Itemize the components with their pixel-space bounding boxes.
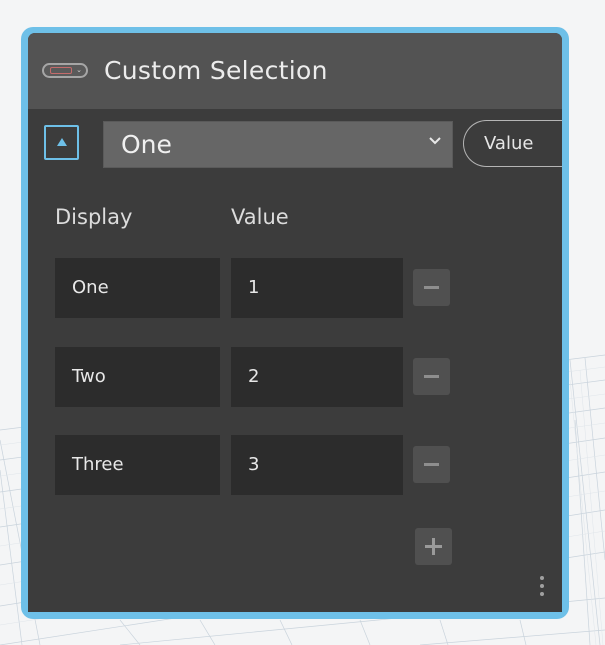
value-field[interactable]: 2 — [231, 347, 403, 407]
display-column-header: Display — [55, 205, 133, 229]
list-item: Three 3 — [55, 435, 535, 495]
display-field[interactable]: Two — [55, 347, 220, 407]
output-port-label: Value — [484, 133, 534, 154]
collapse-toggle-button[interactable] — [44, 125, 79, 160]
custom-selection-node[interactable]: ⌄ Custom Selection One Value Display Val… — [21, 27, 569, 619]
display-field[interactable]: Three — [55, 435, 220, 495]
value-field-text: 1 — [248, 277, 260, 298]
output-port-value[interactable]: Value — [463, 120, 562, 167]
triangle-up-icon — [57, 138, 67, 146]
chevron-down-icon — [429, 137, 441, 145]
remove-item-button[interactable] — [413, 446, 450, 483]
minus-icon — [424, 286, 439, 289]
minus-icon — [424, 375, 439, 378]
remove-item-button[interactable] — [413, 358, 450, 395]
list-item: Two 2 — [55, 347, 535, 407]
value-column-header: Value — [231, 205, 289, 229]
display-field-text: Two — [72, 366, 106, 387]
value-field-text: 2 — [248, 366, 260, 387]
selection-dropdown[interactable]: One — [103, 121, 453, 168]
node-title: Custom Selection — [104, 56, 328, 85]
display-field-text: Three — [72, 454, 124, 475]
node-header[interactable]: ⌄ Custom Selection — [28, 33, 562, 109]
remove-item-button[interactable] — [413, 269, 450, 306]
value-field-text: 3 — [248, 454, 260, 475]
value-field[interactable]: 3 — [231, 435, 403, 495]
display-field[interactable]: One — [55, 258, 220, 318]
node-body: ⌄ Custom Selection One Value Display Val… — [28, 33, 562, 612]
add-item-button[interactable] — [415, 528, 452, 565]
display-field-text: One — [72, 277, 109, 298]
vertical-ellipsis-icon[interactable] — [538, 576, 546, 602]
list-item: One 1 — [55, 258, 535, 318]
dropdown-selected-value: One — [121, 130, 172, 159]
minus-icon — [424, 463, 439, 466]
number-selector-icon: ⌄ — [42, 63, 88, 78]
value-field[interactable]: 1 — [231, 258, 403, 318]
